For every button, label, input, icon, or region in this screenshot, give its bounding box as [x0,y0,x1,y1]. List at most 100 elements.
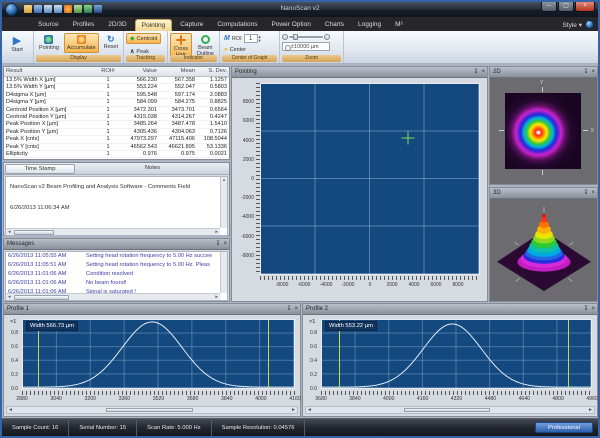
zoom-slider-handle[interactable] [293,34,298,40]
table-row[interactable]: Centroid Position X [µm]13472.3013473.70… [4,107,229,114]
table-row[interactable]: Peak Position Y [µm]14305.4364304.0630.7… [4,129,229,136]
pin-icon[interactable]: ↧ [583,67,588,77]
pin-icon[interactable]: ↧ [583,188,588,198]
reset-button[interactable]: ↻ Reset [101,33,121,52]
right-cursor-line[interactable] [568,320,569,388]
profile-2-scrollbar[interactable]: ◄ ► [305,406,595,414]
roi-value[interactable]: 1 [244,34,258,43]
pin-icon[interactable]: ↧ [286,304,291,314]
cross-hair-icon [176,35,186,45]
pin-icon[interactable]: ↧ [473,67,478,77]
close-icon[interactable]: × [481,67,485,77]
center-of-graph-group: M ROI 1 ▲▼ ● Center Center of Graph [220,31,280,63]
roi-spinner[interactable]: 1 ▲▼ [244,34,262,43]
tracking-group: ◆ Centroid ∧ Peak Tracking [124,31,168,63]
close-icon[interactable]: × [294,304,298,314]
right-cursor-line[interactable] [268,320,269,388]
maximize-button[interactable]: ▢ [558,2,574,12]
display-group: Pointing Accumulate ↻ Reset Display [34,31,124,63]
tab-pointing[interactable]: Pointing [135,19,173,31]
table-row[interactable]: Peak Y [cnts]146562.54346621.89553.1336 [4,144,229,151]
help-icon[interactable] [585,20,594,29]
table-row[interactable]: Peak Position X [µm]13485.2643487.4781.5… [4,121,229,128]
notes-comment: NanoScan v2 Beam Profiling and Analysis … [10,184,190,190]
start-button[interactable]: ▶ Start [4,33,30,55]
close-button[interactable]: × [575,2,595,12]
notes-textarea[interactable]: NanoScan v2 Beam Profiling and Analysis … [5,176,228,236]
scroll-left-icon: ◄ [8,407,13,414]
style-menu[interactable]: Style ▾ [562,21,582,29]
table-row[interactable]: 13.5% Width X [µm]1566.230567.3581.1257 [4,77,229,84]
zoom-slider[interactable] [282,34,330,40]
tab-power-option[interactable]: Power Option [265,19,316,31]
notes-horizontal-scrollbar[interactable]: ◄ ► [6,228,220,235]
scroll-thumb[interactable] [106,408,193,412]
beam-2d-image[interactable] [505,93,581,169]
tab-profiles[interactable]: Profiles [67,19,101,31]
table-row[interactable]: Centroid Position Y [µm]14315.0384314.26… [4,114,229,121]
center-button[interactable]: ● Center [222,46,248,54]
profile-2-x-axis: 368038404000416043204480464048004960 [321,396,592,404]
message-row[interactable]: 6/26/2013 11:01:06 AMNo beam found! [6,279,227,288]
time-stamp-button[interactable]: Time Stamp [5,164,75,174]
message-row[interactable]: 6/26/2013 11:01:06 AMCondition resolved [6,270,227,279]
centroid-button[interactable]: ◆ Centroid [126,33,161,44]
scan-rate: Scan Rate: 5.000 Hz [137,420,212,436]
tab-charts[interactable]: Charts [319,19,350,31]
tab-computations[interactable]: Computations [211,19,263,31]
scroll-thumb[interactable] [14,230,54,235]
profile-1-scrollbar[interactable]: ◄ ► [6,406,298,414]
pointing-button[interactable]: Pointing [36,33,62,53]
table-row[interactable]: D4sigma Y [µm]1584.099584.2750.8825 [4,99,229,106]
table-row[interactable]: Ellipticity10.9760.9750.0021 [4,151,229,158]
profile-1-x-axis: 288030403200336035203680384040004160 [22,396,295,404]
accumulate-button[interactable]: Accumulate [64,33,99,53]
2d-panel-header: 2D ↧ × [490,67,597,78]
2d-view-panel: 2D ↧ × Y X [489,66,598,185]
scroll-thumb[interactable] [14,295,69,300]
message-row[interactable]: 6/26/2013 11:05:51 AMSetting head rotati… [6,261,227,270]
width-readout-badge: Width 553.22 µm [325,321,377,331]
tab-logging[interactable]: Logging [352,19,387,31]
professional-mode-button[interactable]: Professional [535,422,593,433]
serial-number: Serial Number: 15 [69,420,137,436]
close-icon[interactable]: × [223,239,227,249]
scroll-thumb[interactable] [404,408,490,412]
indicator-group-label: Indicator [170,55,217,62]
close-icon[interactable]: × [591,304,595,314]
zoom-in-knob[interactable] [324,34,330,40]
minimize-button[interactable]: ─ [541,2,557,12]
message-row[interactable]: 6/26/2013 11:05:55 AMSetting head rotati… [6,252,227,261]
m-icon: M [224,35,230,42]
table-row[interactable]: 13.5% Width Y [µm]1553.224552.0470.5803 [4,84,229,91]
scroll-right-icon: ► [291,407,296,414]
pointing-x-ruler [260,276,480,280]
start-group: ▶ Start [2,31,34,63]
notes-panel: Time Stamp Notes NanoScan v2 Beam Profil… [3,162,230,236]
zoom-out-knob[interactable] [282,34,288,40]
messages-horizontal-scrollbar[interactable]: ◄ ► [6,293,220,300]
tab-m-[interactable]: M² [389,19,409,31]
tab-capture[interactable]: Capture [174,19,209,31]
reset-icon: ↻ [107,35,115,43]
pointing-plot[interactable] [260,83,480,275]
scroll-left-icon: ◄ [7,229,11,235]
profile-1-panel: Profile 1 ↧ × ×1 0.80.60.40.20.0 Width 5… [3,303,301,417]
scroll-right-icon: ► [215,294,219,300]
tab-2d-3d[interactable]: 2D/3D [102,19,132,31]
sample-resolution: Sample Resolution: 0.04576 [212,420,306,436]
close-icon[interactable]: × [591,67,595,77]
notes-vertical-scrollbar[interactable]: ▲ [220,177,227,228]
sample-count: Sample Count: 16 [2,420,69,436]
close-icon[interactable]: × [591,188,595,198]
table-row[interactable]: Peak X [cnts]147973.29747115.406108.5044 [4,136,229,143]
pin-icon[interactable]: ↧ [215,239,220,249]
width-readout-badge: Width 566.73 µm [26,321,78,331]
zoom-range-input[interactable]: ±10000 µm [282,42,330,51]
pointing-icon [44,35,53,44]
table-row[interactable]: D4sigma X [µm]1595.548597.1742.0883 [4,92,229,99]
pin-icon[interactable]: ↧ [583,304,588,314]
beam-3d-image[interactable] [490,199,597,299]
messages-vertical-scrollbar[interactable] [220,252,227,293]
tab-source[interactable]: Source [32,19,65,31]
